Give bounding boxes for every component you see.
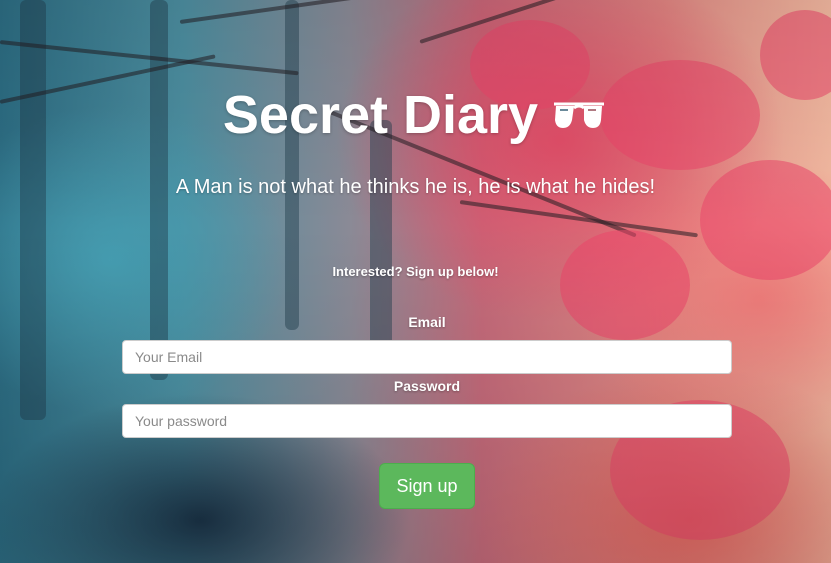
page-subtitle: A Man is not what he thinks he is, he is…	[175, 176, 656, 198]
email-label: Email	[408, 314, 446, 330]
signup-prompt: Interested? Sign up below!	[332, 264, 499, 279]
password-label: Password	[393, 378, 461, 394]
email-field[interactable]	[122, 340, 732, 374]
hero-section: Secret Diary A Man is not what he thinks…	[0, 0, 831, 563]
page-title-text: Secret Diary	[222, 85, 539, 145]
page-title: Secret Diary	[0, 84, 831, 146]
password-field[interactable]	[122, 404, 732, 438]
sunglasses-icon	[550, 98, 608, 132]
signup-button[interactable]: Sign up	[379, 463, 475, 509]
